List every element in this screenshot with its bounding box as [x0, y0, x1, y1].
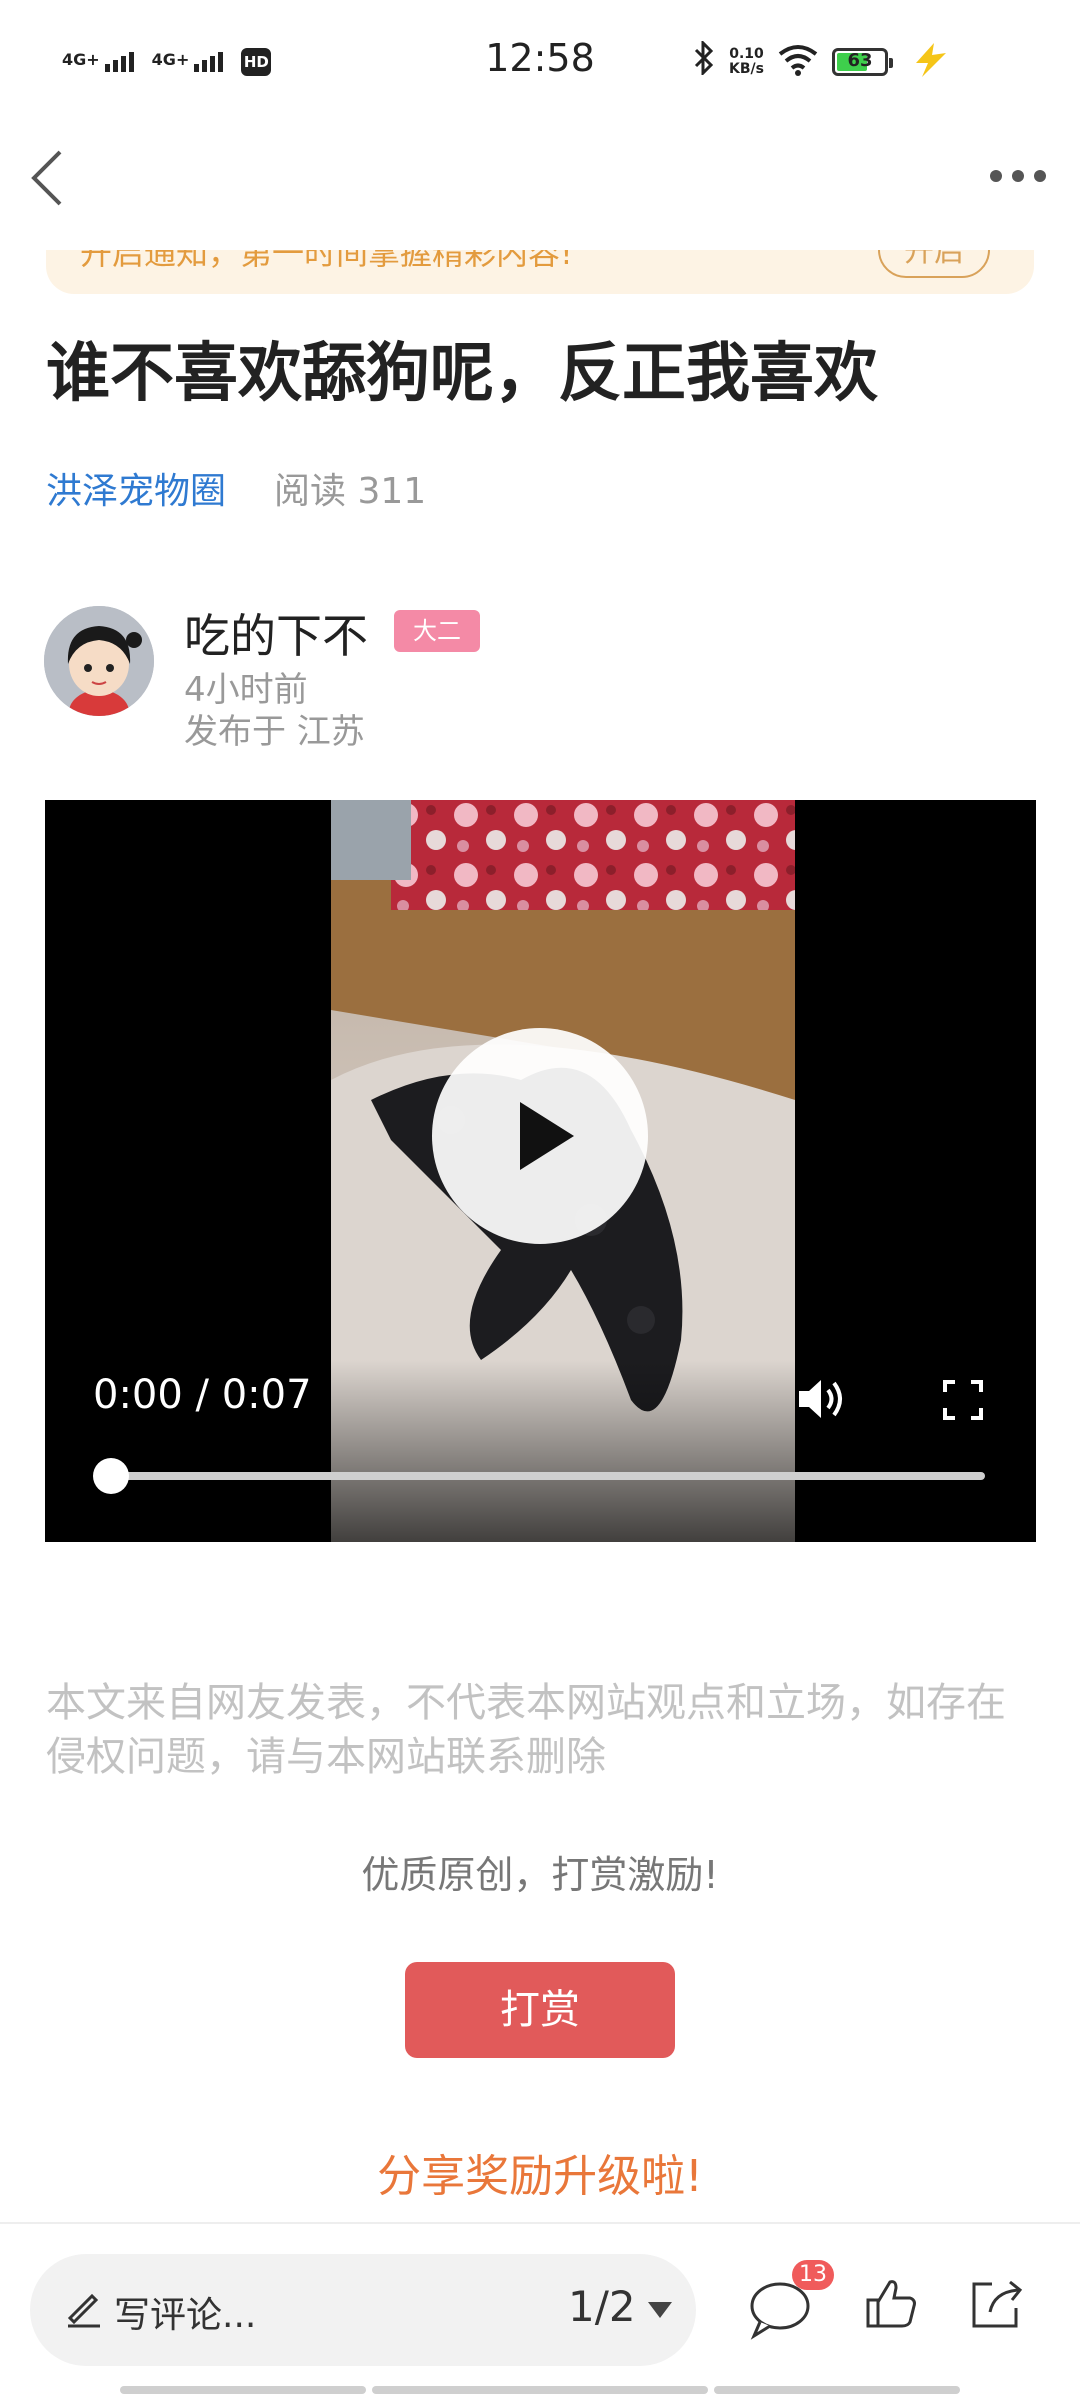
more-icon[interactable]	[990, 170, 1046, 184]
notification-banner: 开启通知，第一时间掌握精彩内容! 开启	[46, 250, 1034, 294]
back-icon[interactable]	[28, 148, 68, 208]
wifi-icon	[778, 44, 818, 80]
chevron-down-icon[interactable]	[648, 2302, 672, 2318]
article-title: 谁不喜欢舔狗呢，反正我喜欢	[46, 337, 878, 411]
divider	[0, 2222, 1080, 2224]
disclaimer: 本文来自网友发表，不代表本网站观点和立场，如存在侵权问题，请与本网站联系删除	[46, 1680, 1006, 1780]
home-indicator	[714, 2386, 960, 2394]
read-count: 阅读 311	[274, 471, 427, 512]
video-progress-handle[interactable]	[93, 1458, 129, 1494]
home-indicator	[120, 2386, 366, 2394]
user-badge: 大二	[394, 610, 480, 652]
reward-prompt: 优质原创，打赏激励!	[361, 1853, 719, 1897]
video-player[interactable]: 0:00 / 0:07	[45, 800, 1036, 1542]
battery-icon: 63	[832, 48, 893, 76]
like-icon[interactable]	[864, 2276, 920, 2332]
home-indicator	[372, 2386, 708, 2394]
pen-icon	[64, 2288, 104, 2328]
circle-link[interactable]: 洪泽宠物圈	[46, 462, 226, 514]
page-indicator[interactable]: 1/2	[568, 2282, 636, 2331]
share-icon[interactable]	[968, 2276, 1028, 2332]
video-time: 0:00 / 0:07	[93, 1372, 312, 1418]
notification-text: 开启通知，第一时间掌握精彩内容!	[80, 250, 573, 272]
volume-icon[interactable]	[795, 1374, 851, 1424]
avatar[interactable]	[44, 606, 154, 716]
post-location: 发布于 江苏	[184, 712, 365, 752]
status-bar: 4G+ 4G+ HD 12:58 0.10 KB/s 63	[0, 0, 1080, 120]
comment-input[interactable]: 写评论... 1/2	[30, 2254, 696, 2366]
article-meta: 洪泽宠物圈 阅读 311	[46, 462, 426, 514]
author-name[interactable]: 吃的下不	[184, 600, 368, 666]
reward-button[interactable]: 打赏	[405, 1962, 675, 2058]
bluetooth-icon	[693, 39, 715, 83]
charging-icon	[912, 43, 950, 81]
comment-placeholder: 写评论...	[114, 2295, 257, 2336]
video-progress-track[interactable]	[109, 1472, 985, 1480]
enable-notification-button[interactable]: 开启	[878, 250, 990, 278]
play-icon[interactable]	[432, 1028, 648, 1244]
share-reward-link[interactable]: 分享奖励升级啦!	[0, 2140, 1080, 2204]
comment-count-badge: 13	[792, 2260, 834, 2290]
fullscreen-icon[interactable]	[943, 1380, 983, 1420]
status-right: 0.10 KB/s 63	[693, 39, 950, 84]
net-speed: 0.10 KB/s	[729, 46, 764, 77]
